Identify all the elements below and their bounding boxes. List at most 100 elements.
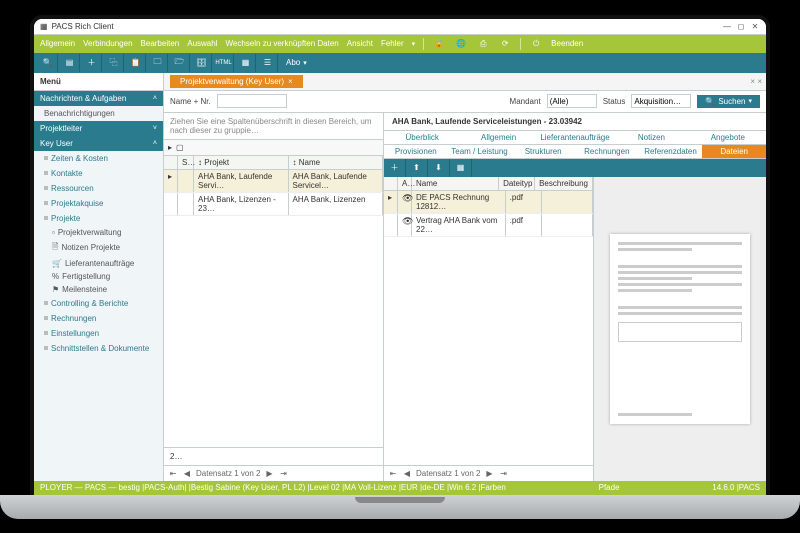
sidebar-link-kontakte[interactable]: Kontakte <box>34 166 163 181</box>
sidebar-link-zeiten[interactable]: Zeiten & Kosten <box>34 151 163 166</box>
tool-html-icon[interactable]: HTML <box>214 54 234 72</box>
filter-icon[interactable]: ▢ <box>176 143 184 152</box>
menu-allgemein[interactable]: Allgemein <box>40 39 75 48</box>
tool-list-icon[interactable]: ▤ <box>60 54 80 72</box>
sidebar-link-schnittstellen[interactable]: Schnittstellen & Dokumente <box>34 341 163 356</box>
dtool-add-icon[interactable]: ＋ <box>384 159 406 177</box>
filter-mandant-select[interactable] <box>547 94 597 108</box>
tool-folder-icon[interactable]: 🗀 <box>148 54 168 72</box>
doc-pager: ⇤ ◀ Datensatz 1 von 2 ▶ ⇥ <box>384 465 593 481</box>
menu-beenden[interactable]: Beenden <box>551 39 583 48</box>
dtool-grid-icon[interactable]: ▦ <box>450 159 472 177</box>
tool-paste-icon[interactable]: 📋 <box>126 54 146 72</box>
filter-status-label: Status <box>603 97 626 106</box>
menu-auswahl[interactable]: Auswahl <box>187 39 217 48</box>
pager-prev-icon[interactable]: ◀ <box>182 469 192 478</box>
tab-notizen[interactable]: Notizen <box>613 131 689 144</box>
doc-row[interactable]: 👁 Vertrag AHA Bank vom 22… .pdf <box>384 214 593 237</box>
tab-angebote[interactable]: Angebote <box>690 131 766 144</box>
col-name[interactable]: Name <box>299 158 320 167</box>
tool-folderopen-icon[interactable]: 🗁 <box>170 54 190 72</box>
tool-search-icon[interactable]: 🔍 <box>38 54 58 72</box>
menu-verbindungen[interactable]: Verbindungen <box>83 39 132 48</box>
menu-fehler[interactable]: Fehler <box>381 39 404 48</box>
eye-icon[interactable]: 👁 <box>398 191 412 213</box>
tool-archive-icon[interactable]: 🗄 <box>192 54 212 72</box>
expand-icon[interactable]: ▸ <box>168 143 172 152</box>
tab-allgemein[interactable]: Allgemein <box>460 131 536 144</box>
print-icon[interactable]: ⎙ <box>476 37 490 51</box>
table-row[interactable]: AHA Bank, Lizenzen - 23… AHA Bank, Lizen… <box>164 193 383 216</box>
main-toolbar: 🔍 ▤ ＋ ⿻ 📋 🗀 🗁 🗄 HTML ▦ ☰ Abo ▾ <box>34 53 766 73</box>
tab-team[interactable]: Team / Leistung <box>448 145 512 158</box>
tool-grid-icon[interactable]: ▦ <box>236 54 256 72</box>
tab-dateien[interactable]: Dateien <box>702 145 766 158</box>
tab-close-icon[interactable]: × <box>288 77 293 86</box>
tool-add-icon[interactable]: ＋ <box>82 54 102 72</box>
tabstrip-close-icon[interactable]: × × <box>746 77 766 86</box>
minimize-button[interactable]: — <box>722 21 732 31</box>
dcol-name[interactable]: Name <box>412 177 499 190</box>
dcol-type[interactable]: Dateityp <box>499 177 535 190</box>
sort-icon[interactable]: ↕ <box>198 158 202 167</box>
lock-icon[interactable]: 🔒 <box>432 37 446 51</box>
tab-ueberblick[interactable]: Überblick <box>384 131 460 144</box>
pager-first-icon[interactable]: ⇤ <box>168 469 178 478</box>
tool-copy-icon[interactable]: ⿻ <box>104 54 124 72</box>
sort-icon[interactable]: ↕ <box>293 158 297 167</box>
tab-provisionen[interactable]: Provisionen <box>384 145 448 158</box>
col-status[interactable]: S… <box>178 156 194 169</box>
sidebar-group-keyuser[interactable]: Key User˄ <box>34 136 163 151</box>
menu-bearbeiten[interactable]: Bearbeiten <box>141 39 180 48</box>
dcol-a[interactable]: A… <box>398 177 412 190</box>
grid-mini-toolbar: ▸ ▢ <box>164 140 383 156</box>
col-projekt[interactable]: Projekt <box>204 158 229 167</box>
dcol-desc[interactable]: Beschreibung <box>535 177 593 190</box>
search-icon: 🔍 <box>705 97 715 106</box>
search-button[interactable]: 🔍 Suchen ▾ <box>697 95 760 108</box>
sidebar-group-label: Key User <box>40 139 73 148</box>
sidebar-sub-meilensteine[interactable]: ⚑Meilensteine <box>34 283 163 296</box>
maximize-button[interactable]: ◻ <box>736 21 746 31</box>
sidebar-item-benachrichtigungen[interactable]: Benachrichtigungen <box>34 106 163 121</box>
sidebar-group-nachrichten[interactable]: Nachrichten & Aufgaben˄ <box>34 91 163 106</box>
sidebar-sub-projektverwaltung[interactable]: ▫Projektverwaltung <box>34 226 163 239</box>
sidebar-link-projekte[interactable]: Projekte <box>34 211 163 226</box>
close-button[interactable]: ✕ <box>750 21 760 31</box>
sidebar-group-projektleiter[interactable]: Projektleiter˅ <box>34 121 163 136</box>
sidebar-link-rechnungen[interactable]: Rechnungen <box>34 311 163 326</box>
sidebar-link-akquise[interactable]: Projektakquise <box>34 196 163 211</box>
menu-ansicht[interactable]: Ansicht <box>347 39 373 48</box>
power-icon[interactable]: ⏻ <box>529 37 543 51</box>
eye-icon[interactable]: 👁 <box>398 214 412 236</box>
sidebar-link-einstellungen[interactable]: Einstellungen <box>34 326 163 341</box>
tool-abo[interactable]: Abo ▾ <box>280 58 313 67</box>
menu-wechseln[interactable]: Wechseln zu verknüpften Daten <box>225 39 338 48</box>
pager-last-icon[interactable]: ⇥ <box>498 469 508 478</box>
tab-referenz[interactable]: Referenzdaten <box>639 145 703 158</box>
tab-lieferanten[interactable]: Lieferantenaufträge <box>537 131 613 144</box>
pager-next-icon[interactable]: ▶ <box>484 469 494 478</box>
dtool-upload-icon[interactable]: ⬆ <box>406 159 428 177</box>
pager-next-icon[interactable]: ▶ <box>264 469 274 478</box>
filter-name-input[interactable] <box>217 94 287 108</box>
sidebar-sub-lieferanten[interactable]: 🛒Lieferantenaufträge <box>34 257 163 270</box>
refresh-icon[interactable]: ⟳ <box>498 37 512 51</box>
detail-tabs-row2: Provisionen Team / Leistung Strukturen R… <box>384 145 766 159</box>
globe-icon[interactable]: 🌐 <box>454 37 468 51</box>
tab-rechnungen[interactable]: Rechnungen <box>575 145 639 158</box>
doc-row[interactable]: ▸ 👁 DE PACS Rechnung 12812… .pdf <box>384 191 593 214</box>
sidebar-link-ressourcen[interactable]: Ressourcen <box>34 181 163 196</box>
tab-strukturen[interactable]: Strukturen <box>511 145 575 158</box>
sidebar-link-controlling[interactable]: Controlling & Berichte <box>34 296 163 311</box>
filter-status-select[interactable] <box>631 94 691 108</box>
sidebar-sub-notizen[interactable]: 🗎Notizen Projekte <box>34 239 163 257</box>
dtool-download-icon[interactable]: ⬇ <box>428 159 450 177</box>
pager-first-icon[interactable]: ⇤ <box>388 469 398 478</box>
pager-prev-icon[interactable]: ◀ <box>402 469 412 478</box>
tab-projektverwaltung[interactable]: Projektverwaltung (Key User) × <box>170 75 303 88</box>
tool-columns-icon[interactable]: ☰ <box>258 54 278 72</box>
pager-last-icon[interactable]: ⇥ <box>278 469 288 478</box>
sidebar-sub-fertigstellung[interactable]: %Fertigstellung <box>34 270 163 283</box>
table-row[interactable]: ▸ AHA Bank, Laufende Servi… AHA Bank, La… <box>164 170 383 193</box>
